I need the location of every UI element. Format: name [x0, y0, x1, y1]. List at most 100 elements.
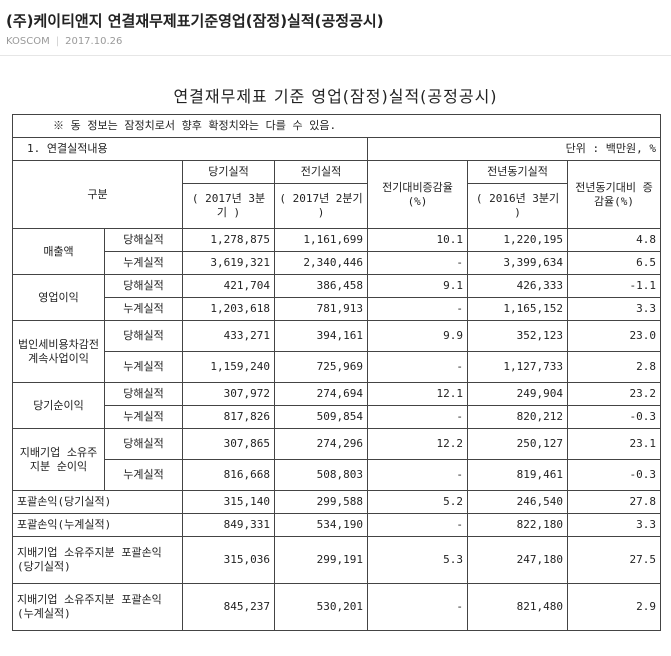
current-value: 433,271 — [182, 320, 275, 352]
yoy-value: 352,123 — [467, 320, 568, 352]
current-value: 816,668 — [182, 459, 275, 491]
yoy-rate-value: 27.5 — [567, 536, 661, 584]
previous-value: 725,969 — [274, 351, 368, 383]
row-sub-label: 누계실적 — [104, 459, 183, 491]
qoq-value: - — [367, 513, 468, 537]
qoq-value: - — [367, 297, 468, 321]
previous-value: 508,803 — [274, 459, 368, 491]
row-group-label: 지배기업 소유주지분 포괄손익(누계실적) — [12, 583, 183, 631]
table-row: 영업이익 당해실적 421,704 386,458 9.1 426,333 -1… — [12, 274, 661, 321]
yoy-value: 1,127,733 — [467, 351, 568, 383]
row-sub-label: 당해실적 — [104, 228, 183, 252]
yoy-value: 819,461 — [467, 459, 568, 491]
current-value: 315,140 — [182, 490, 275, 514]
current-value: 849,331 — [182, 513, 275, 537]
current-value: 1,203,618 — [182, 297, 275, 321]
previous-value: 530,201 — [274, 583, 368, 631]
table-row: 누계실적 817,826 509,854 - 820,212 -0.3 — [13, 405, 661, 429]
row-group-label: 지배기업 소유주지분 순이익 — [12, 428, 105, 491]
earnings-table: ※ 동 정보는 잠정치로서 향후 확정치와는 다를 수 있음. 1. 연결실적내… — [12, 114, 661, 631]
notice-row: ※ 동 정보는 잠정치로서 향후 확정치와는 다를 수 있음. — [12, 114, 661, 138]
yoy-rate-value: 3.3 — [567, 513, 661, 537]
current-value: 3,619,321 — [182, 251, 275, 275]
current-value: 817,826 — [182, 405, 275, 429]
current-value: 845,237 — [182, 583, 275, 631]
previous-value: 1,161,699 — [274, 228, 368, 252]
row-sub-label: 누계실적 — [104, 297, 183, 321]
row-sub-label: 당해실적 — [104, 274, 183, 298]
table-row: 지배기업 소유주지분 포괄손익(당기실적) 315,036 299,191 5.… — [12, 536, 661, 584]
qoq-header: 전기대비증감율 (%) — [367, 160, 468, 229]
row-sub-label: 누계실적 — [104, 405, 183, 429]
yoy-rate-value: 23.2 — [567, 382, 661, 406]
yoy-value: 426,333 — [467, 274, 568, 298]
row-group-label: 포괄손익(누계실적) — [12, 513, 183, 537]
previous-value: 394,161 — [274, 320, 368, 352]
yoy-value: 247,180 — [467, 536, 568, 584]
current-value: 1,278,875 — [182, 228, 275, 252]
current-value: 315,036 — [182, 536, 275, 584]
row-sub-label: 당해실적 — [104, 382, 183, 406]
qoq-value: - — [367, 459, 468, 491]
previous-value: 781,913 — [274, 297, 368, 321]
row-sub-label: 당해실적 — [104, 428, 183, 460]
previous-value: 274,694 — [274, 382, 368, 406]
qoq-value: 9.1 — [367, 274, 468, 298]
qoq-value: 5.2 — [367, 490, 468, 514]
previous-value: 299,588 — [274, 490, 368, 514]
current-value: 1,159,240 — [182, 351, 275, 383]
qoq-value: 10.1 — [367, 228, 468, 252]
yoy-value: 820,212 — [467, 405, 568, 429]
yoy-value: 1,220,195 — [467, 228, 568, 252]
notice-text: ※ 동 정보는 잠정치로서 향후 확정치와는 다를 수 있음. — [12, 114, 661, 138]
qoq-value: - — [367, 583, 468, 631]
table-row: 당기순이익 당해실적 307,972 274,694 12.1 249,904 … — [12, 382, 661, 429]
row-sub-label: 누계실적 — [104, 351, 183, 383]
qoq-value: 12.2 — [367, 428, 468, 460]
publish-date: 2017.10.26 — [65, 36, 123, 47]
yoy-value: 249,904 — [467, 382, 568, 406]
yoy-rate-value: 2.8 — [567, 351, 661, 383]
previous-header: 전기실적 — [274, 160, 368, 184]
yoy-rate-value: 6.5 — [567, 251, 661, 275]
table-row: 포괄손익(누계실적) 849,331 534,190 - 822,180 3.3 — [12, 513, 661, 537]
row-group-label: 법인세비용차감전계속사업이익 — [12, 320, 105, 383]
table-row: 매출액 당해실적 1,278,875 1,161,699 10.1 1,220,… — [12, 228, 661, 275]
column-header-row: 구분 당기실적 전기실적 전기대비증감율 (%) 전년동기실적 전년동기대비 증… — [12, 160, 661, 229]
yoy-value: 3,399,634 — [467, 251, 568, 275]
document-title: 연결재무제표 기준 영업(잠정)실적(공정공시) — [173, 87, 498, 106]
yoy-rate-header: 전년동기대비 증감율(%) — [567, 160, 661, 229]
yoy-rate-value: 23.0 — [567, 320, 661, 352]
yoy-period: ( 2016년 3분기 ) — [467, 183, 568, 229]
row-group-label: 포괄손익(당기실적) — [12, 490, 183, 514]
yoy-value: 246,540 — [467, 490, 568, 514]
yoy-rate-value: 2.9 — [567, 583, 661, 631]
previous-value: 2,340,446 — [274, 251, 368, 275]
current-header: 당기실적 — [182, 160, 275, 184]
row-group-label: 지배기업 소유주지분 포괄손익(당기실적) — [12, 536, 183, 584]
yoy-value: 822,180 — [467, 513, 568, 537]
yoy-rate-value: 4.8 — [567, 228, 661, 252]
qoq-value: - — [367, 405, 468, 429]
qoq-value: - — [367, 251, 468, 275]
qoq-value: 5.3 — [367, 536, 468, 584]
yoy-value: 1,165,152 — [467, 297, 568, 321]
yoy-rate-value: -0.3 — [567, 459, 661, 491]
yoy-rate-value: 3.3 — [567, 297, 661, 321]
previous-period: ( 2017년 2분기 ) — [274, 183, 368, 229]
row-group-label: 영업이익 — [12, 274, 105, 321]
section-row: 1. 연결실적내용 단위 : 백만원, % — [12, 137, 661, 161]
yoy-rate-value: 23.1 — [567, 428, 661, 460]
current-period: ( 2017년 3분기 ) — [182, 183, 275, 229]
table-row: 누계실적 816,668 508,803 - 819,461 -0.3 — [13, 459, 661, 491]
current-value: 421,704 — [182, 274, 275, 298]
previous-value: 534,190 — [274, 513, 368, 537]
row-sub-label: 누계실적 — [104, 251, 183, 275]
table-row: 법인세비용차감전계속사업이익 당해실적 433,271 394,161 9.9 … — [12, 320, 661, 383]
table-row: 누계실적 1,203,618 781,913 - 1,165,152 3.3 — [13, 297, 661, 321]
row-group-label: 매출액 — [12, 228, 105, 275]
table-row: 지배기업 소유주지분 포괄손익(누계실적) 845,237 530,201 - … — [12, 583, 661, 631]
row-group-label: 당기순이익 — [12, 382, 105, 429]
table-row: 지배기업 소유주지분 순이익 당해실적 307,865 274,296 12.2… — [12, 428, 661, 491]
table-row: 누계실적 3,619,321 2,340,446 - 3,399,634 6.5 — [13, 251, 661, 275]
